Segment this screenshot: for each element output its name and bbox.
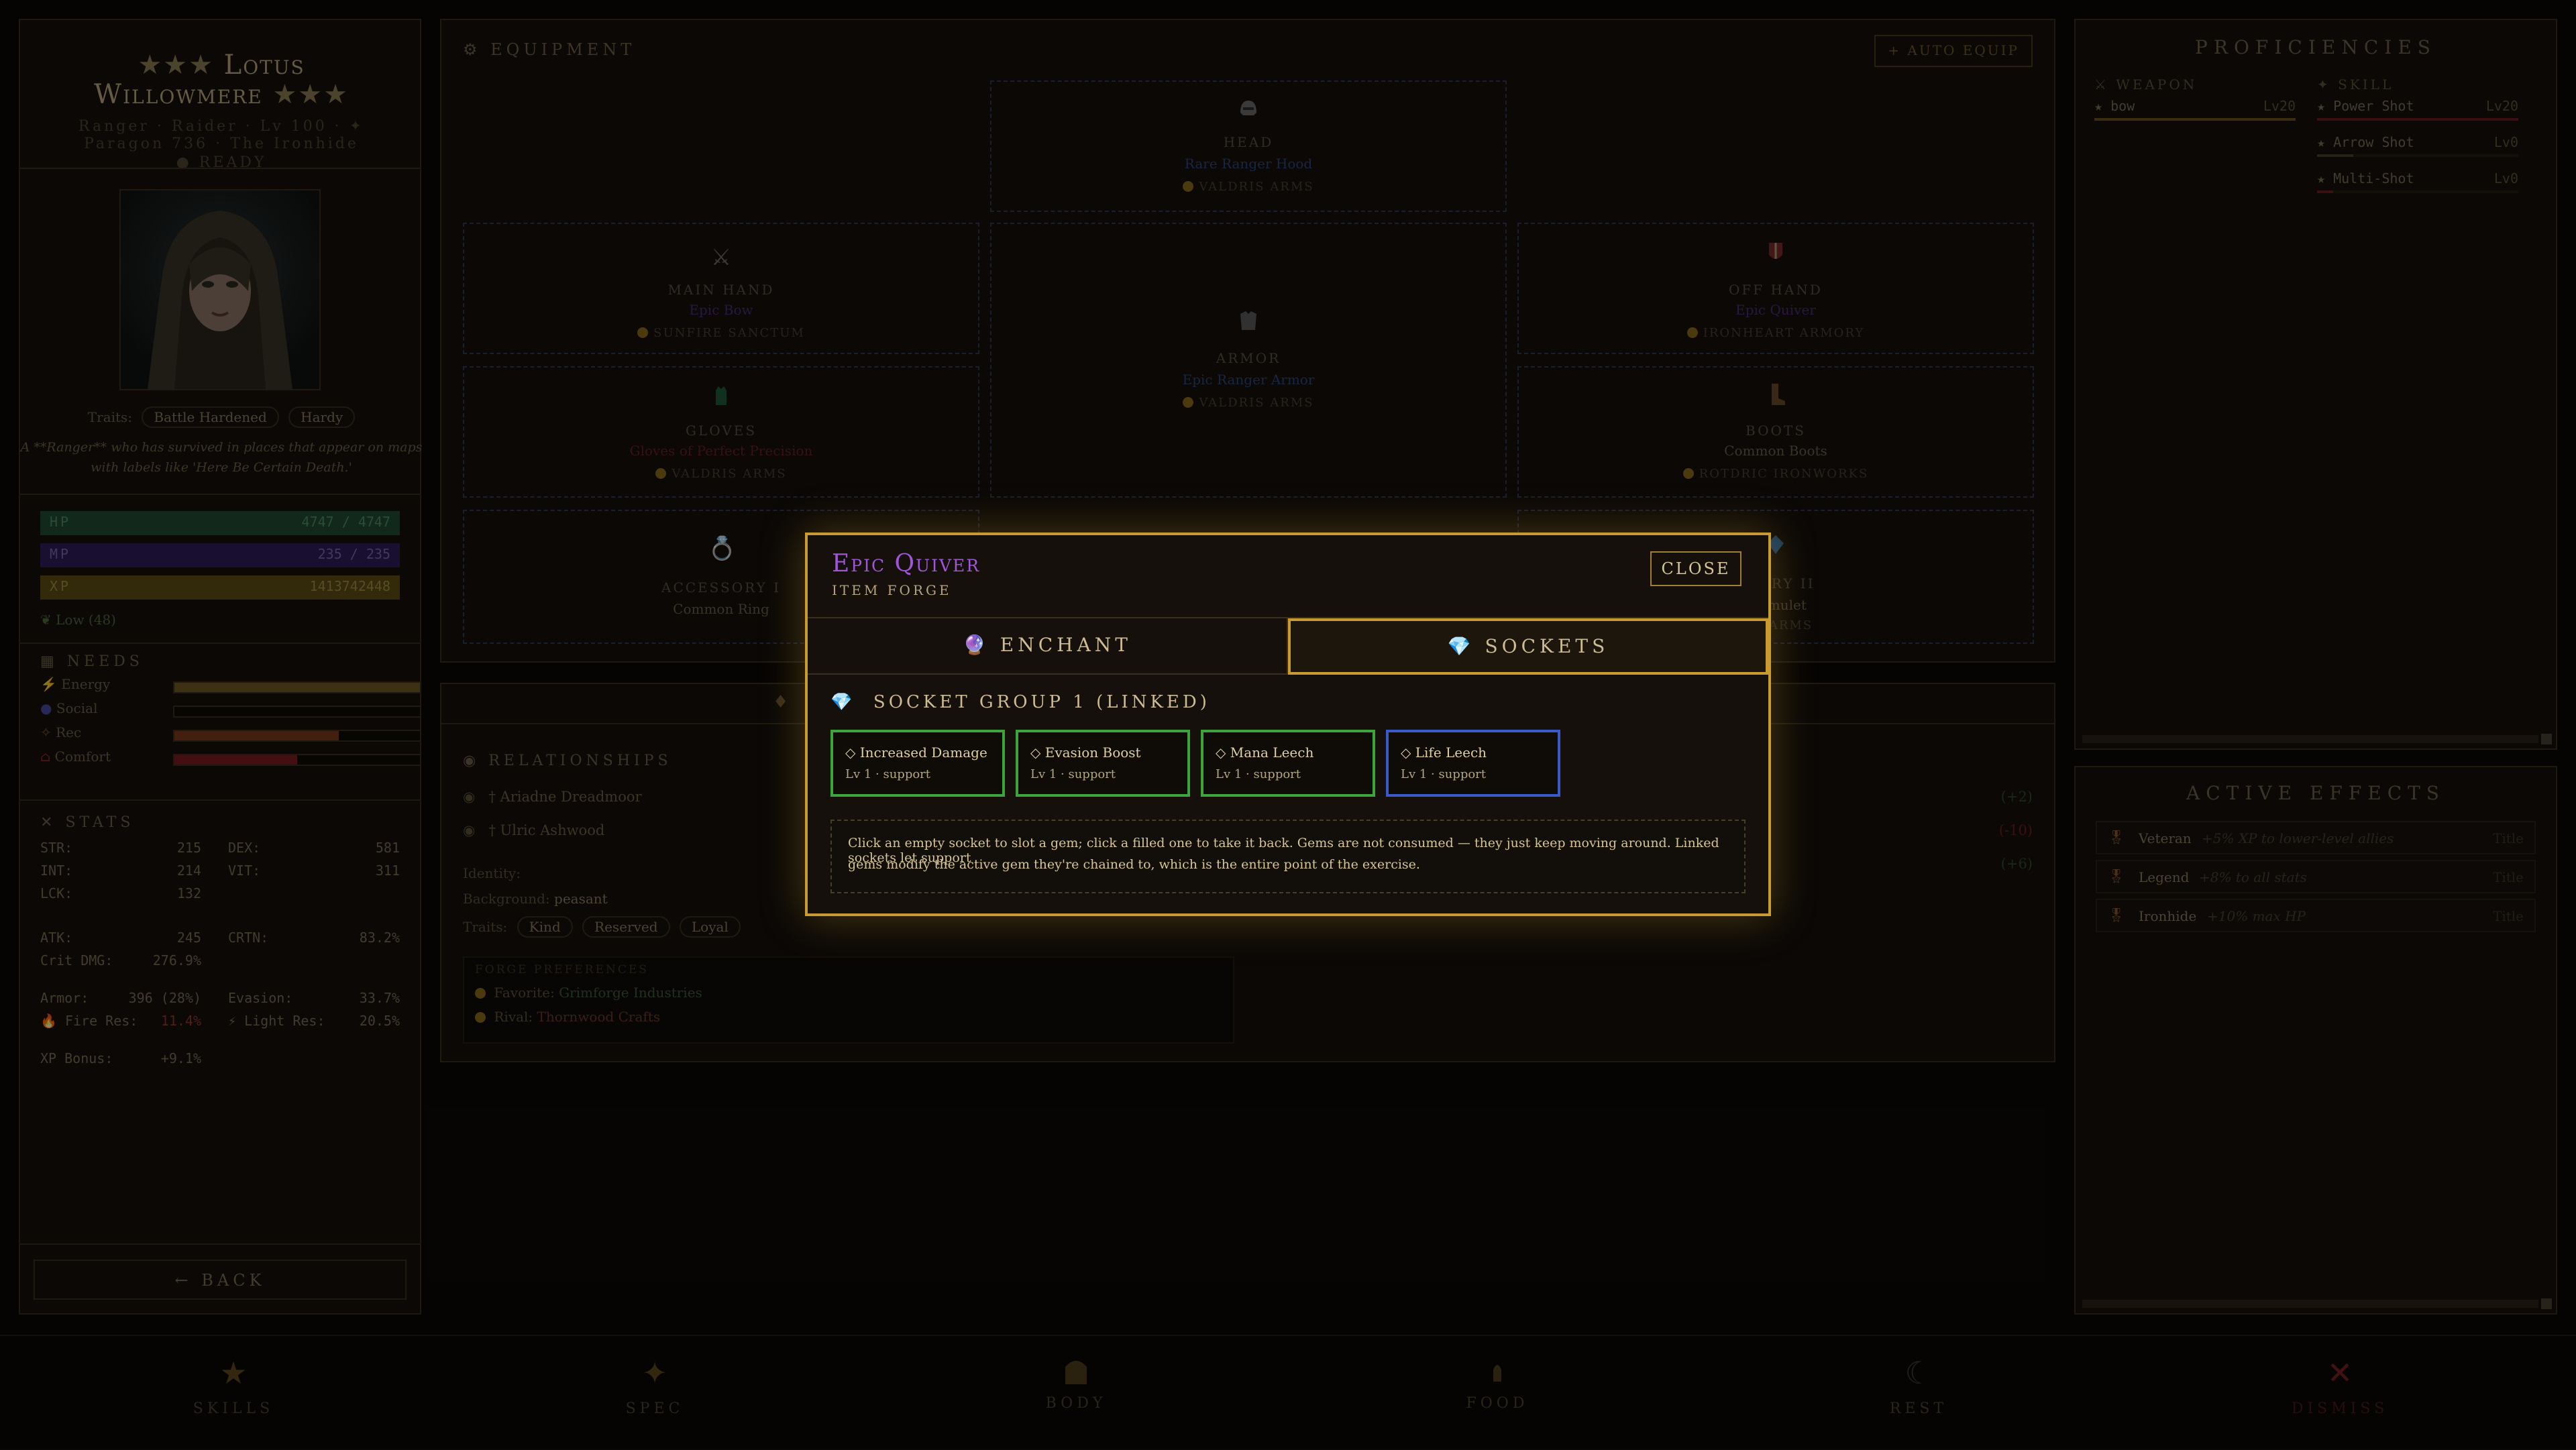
socket-help-box: Click an empty socket to slot a gem; cli… [830, 820, 1746, 893]
gem-name: ◇ Mana Leech [1216, 744, 1314, 761]
socket-group-title: Socket Group 1 (Linked) [873, 692, 1210, 712]
help-text-line2: gems modify the active gem they're chain… [848, 857, 1420, 872]
socket-gem[interactable]: ◇ Increased Damage Lv 1 · support [830, 730, 1005, 797]
gem-level: Lv 1 · support [1401, 767, 1487, 781]
socket-gem[interactable]: ◇ Evasion Boost Lv 1 · support [1016, 730, 1190, 797]
gem-level: Lv 1 · support [1030, 767, 1116, 781]
gem-level: Lv 1 · support [1216, 767, 1301, 781]
gem-level: Lv 1 · support [845, 767, 931, 781]
socket-gem[interactable]: ◇ Mana Leech Lv 1 · support [1201, 730, 1375, 797]
close-button[interactable]: CLOSE [1650, 551, 1741, 586]
potion-icon: 🔮 [963, 634, 990, 656]
modal-subtitle: Item Forge [832, 582, 952, 598]
gem-icon: 💎 [1447, 635, 1475, 657]
tab-label: Enchant [1000, 634, 1132, 656]
tab-label: Sockets [1485, 635, 1609, 657]
gem-name: ◇ Life Leech [1401, 744, 1487, 761]
socket-group-heading: 💎 Socket Group 1 (Linked) [830, 692, 1210, 712]
socket-gem[interactable]: ◇ Life Leech Lv 1 · support [1386, 730, 1560, 797]
gem-icon: 💎 [830, 692, 856, 712]
gem-name: ◇ Increased Damage [845, 744, 987, 761]
tab-sockets[interactable]: 💎 Sockets [1288, 618, 1768, 675]
modal-title: Epic Quiver [832, 550, 981, 577]
tab-enchant[interactable]: 🔮 Enchant [808, 618, 1288, 675]
gem-name: ◇ Evasion Boost [1030, 744, 1141, 761]
item-forge-modal: Epic Quiver Item Forge CLOSE 🔮 Enchant 💎… [805, 533, 1771, 916]
